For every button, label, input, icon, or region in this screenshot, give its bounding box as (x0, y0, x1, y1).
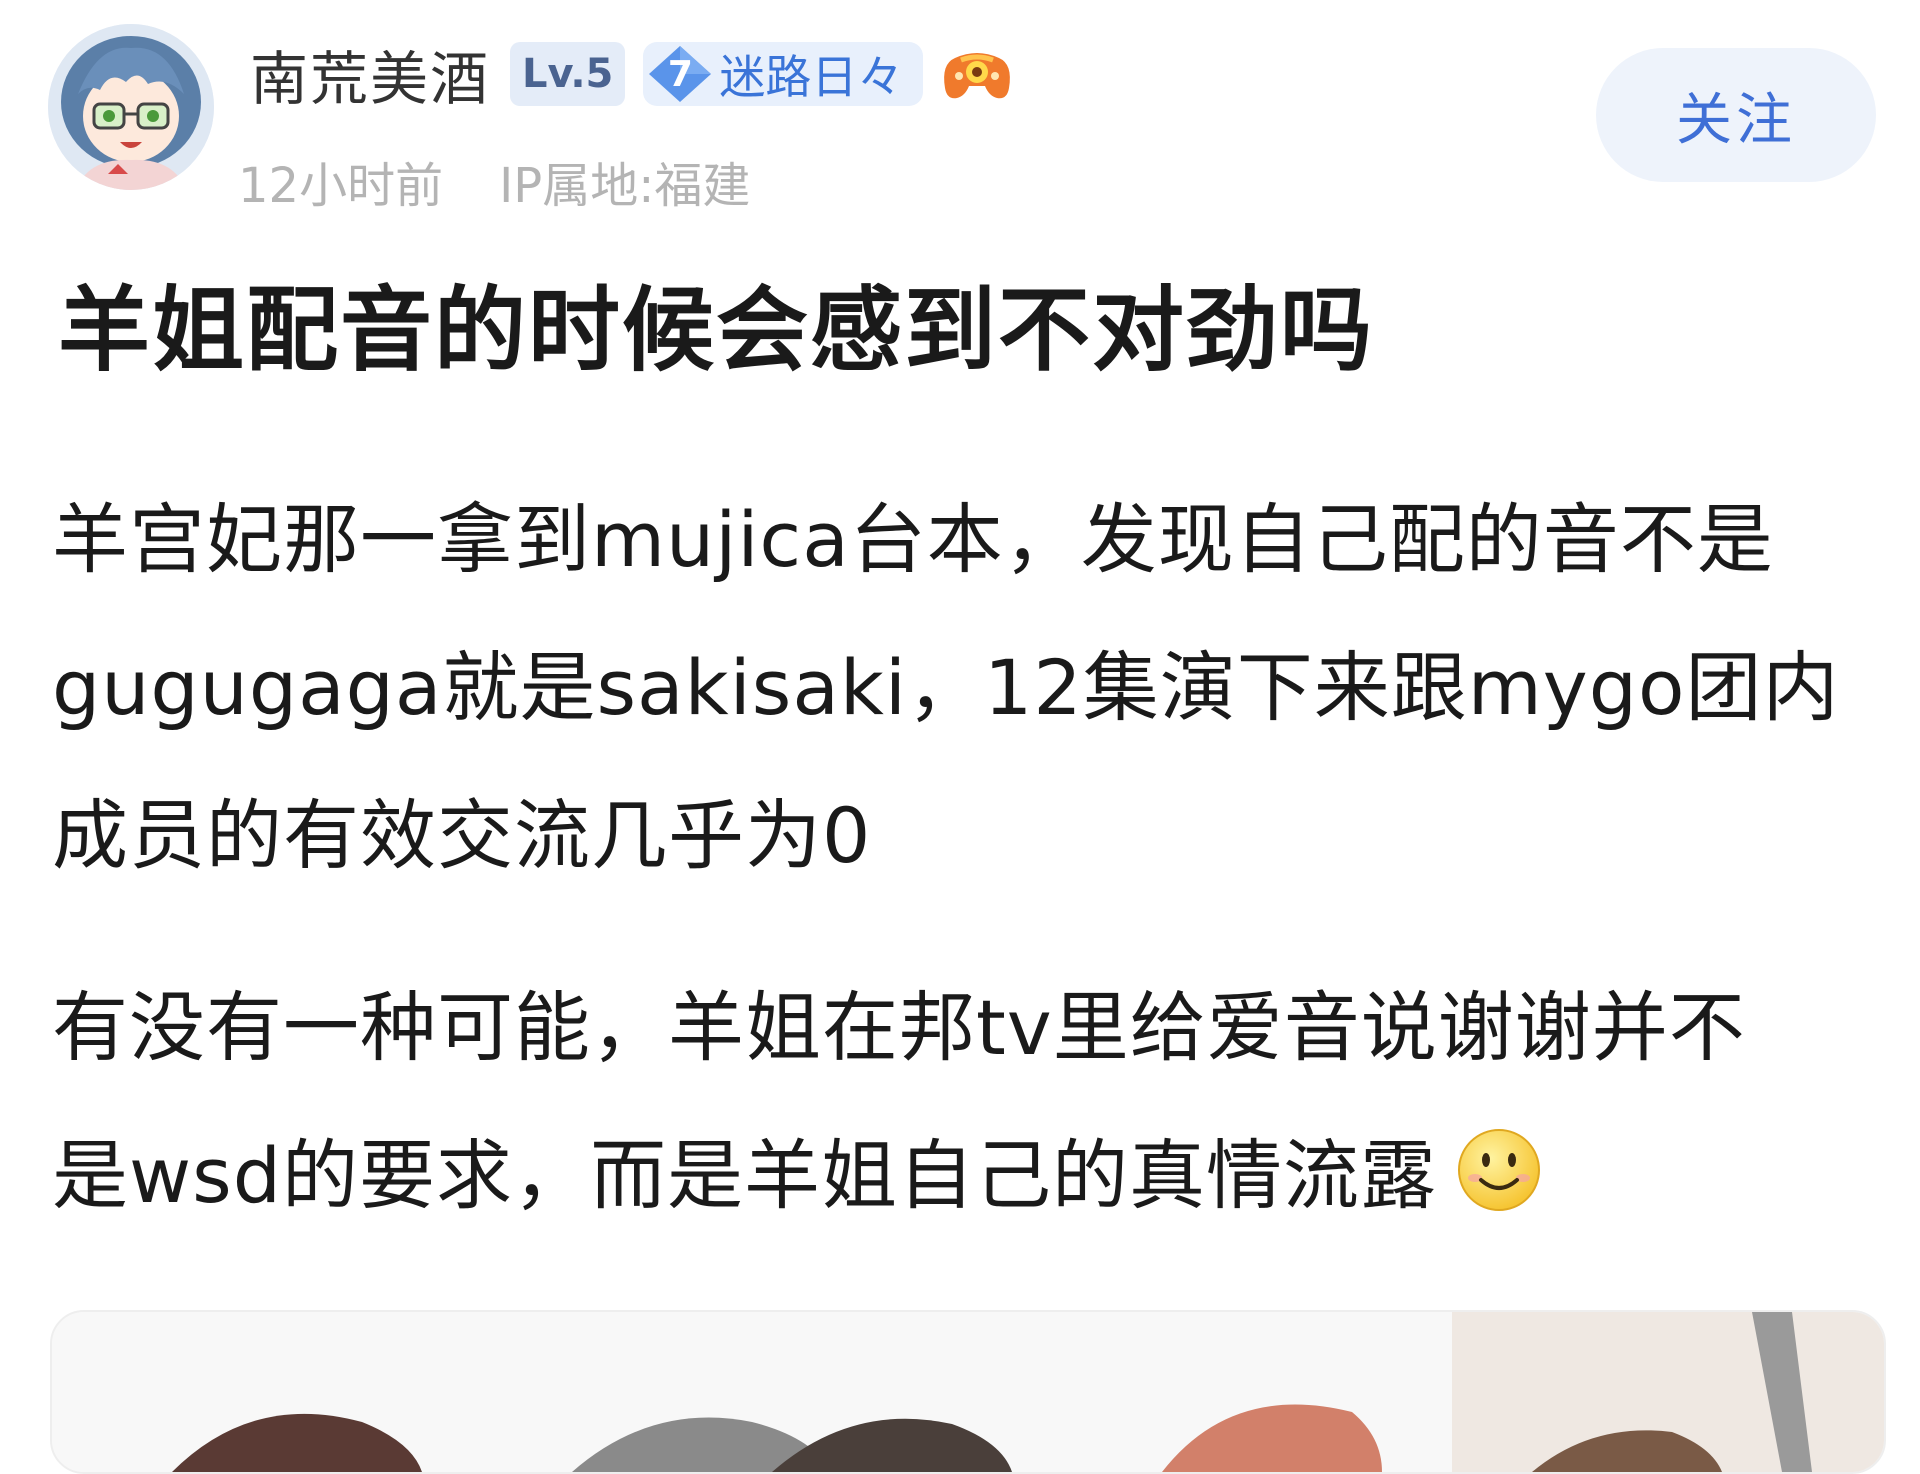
post-body: 羊宫妃那一拿到mujica台本，发现自己配的音不是 gugugaga就是saki… (52, 466, 1882, 1250)
gamepad-icon (941, 42, 1013, 106)
paragraph-line-text: 是wsd的要求，而是羊姐自己的真情流露 (52, 1131, 1437, 1220)
post-title: 羊姐配音的时候会感到不对劲吗 (58, 277, 1375, 384)
smile-emoji-icon (1455, 1126, 1543, 1214)
diamond-icon: 7 (643, 42, 717, 106)
ip-location: IP属地:福建 (499, 158, 751, 214)
follow-button[interactable]: 关注 (1596, 48, 1876, 182)
paragraph-line: 有没有一种可能，羊姐在邦tv里给爱音说谢谢并不 (52, 983, 1746, 1072)
anime-characters-image (52, 1312, 1884, 1472)
fan-medal-level: 7 (667, 53, 693, 95)
post-time: 12小时前 (238, 158, 444, 214)
post-meta: 12小时前 IP属地:福建 (238, 146, 750, 216)
paragraph-line: 羊宫妃那一拿到mujica台本，发现自己配的音不是 (52, 495, 1774, 584)
fan-medal-name: 迷路日々 (719, 50, 904, 104)
post-paragraph-1: 羊宫妃那一拿到mujica台本，发现自己配的音不是 gugugaga就是saki… (52, 466, 1882, 910)
post-paragraph-2: 有没有一种可能，羊姐在邦tv里给爱音说谢谢并不 是wsd的要求，而是羊姐自己的真… (52, 954, 1882, 1250)
author-name[interactable]: 南荒美酒 (250, 32, 490, 116)
fan-medal[interactable]: 7 迷路日々 (643, 42, 924, 106)
paragraph-line-with-emoji: 是wsd的要求，而是羊姐自己的真情流露 (52, 1102, 1882, 1250)
author-avatar[interactable] (48, 24, 214, 190)
paragraph-line: 成员的有效交流几乎为0 (52, 791, 872, 880)
post-image-attachment[interactable] (50, 1310, 1886, 1474)
author-info: 南荒美酒 Lv.5 7 迷路日々 (250, 36, 1013, 113)
anime-girl-avatar-icon (48, 24, 214, 190)
post-header: 南荒美酒 Lv.5 7 迷路日々 12小时前 IP属地:福建 关注 (0, 0, 1920, 220)
level-badge: Lv.5 (510, 42, 626, 106)
paragraph-line: gugugaga就是sakisaki，12集演下来跟mygo团内 (52, 643, 1840, 732)
